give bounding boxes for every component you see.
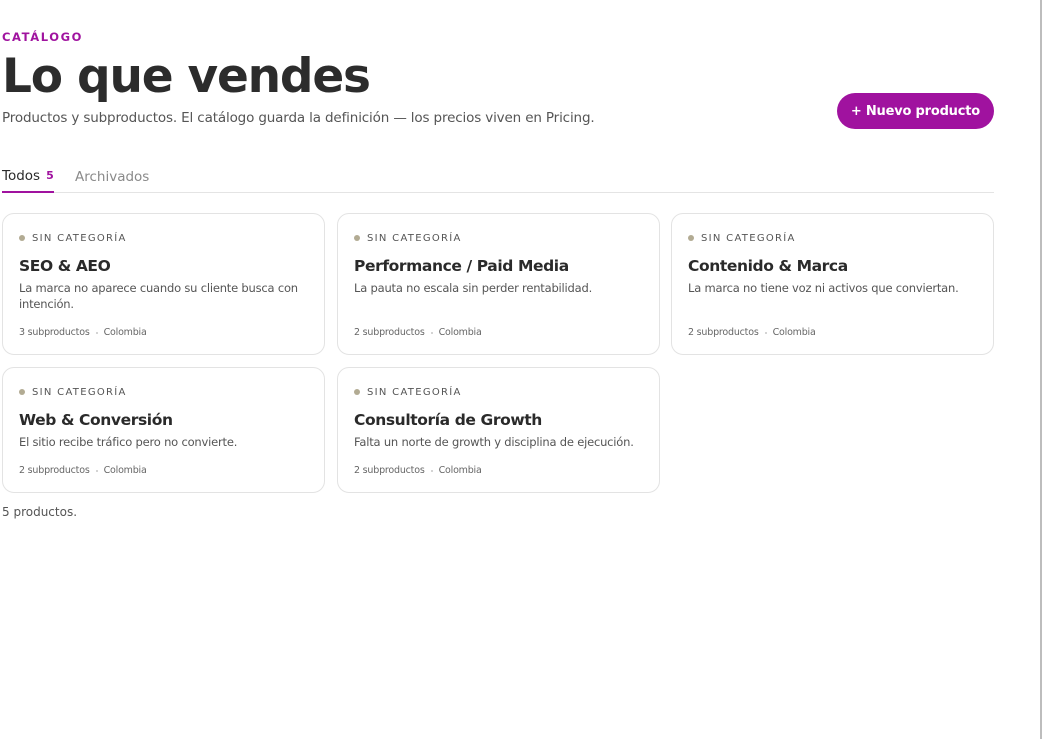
product-category-label: SIN CATEGORÍA xyxy=(32,386,127,398)
category-dot-icon xyxy=(19,389,25,395)
tab-all-count: 5 xyxy=(46,169,54,182)
product-category: SIN CATEGORÍA xyxy=(688,232,977,244)
product-region: Colombia xyxy=(438,465,482,476)
product-category: SIN CATEGORÍA xyxy=(19,386,308,398)
product-subproducts: 3 subproductos xyxy=(19,327,90,338)
section-eyebrow: CATÁLOGO xyxy=(2,30,84,44)
product-meta: 2 subproductos Colombia xyxy=(19,465,147,476)
product-title: Consultoría de Growth xyxy=(354,411,542,429)
product-title: Contenido & Marca xyxy=(688,257,848,275)
tab-archived-label: Archivados xyxy=(75,168,150,185)
page-title: Lo que vendes xyxy=(2,49,371,104)
category-dot-icon xyxy=(19,235,25,241)
product-category: SIN CATEGORÍA xyxy=(354,232,643,244)
category-dot-icon xyxy=(354,389,360,395)
product-subproducts: 2 subproductos xyxy=(354,327,425,338)
product-title: Performance / Paid Media xyxy=(354,257,569,275)
product-category: SIN CATEGORÍA xyxy=(354,386,643,398)
category-dot-icon xyxy=(688,235,694,241)
tab-bar: Todos 5 Archivados xyxy=(2,160,994,193)
product-card-web[interactable]: SIN CATEGORÍA Web & Conversión El sitio … xyxy=(2,367,325,493)
product-description: El sitio recibe tráfico pero no conviert… xyxy=(19,435,238,449)
tab-archived[interactable]: Archivados xyxy=(75,160,149,193)
product-region: Colombia xyxy=(103,327,147,338)
product-card-growth[interactable]: SIN CATEGORÍA Consultoría de Growth Falt… xyxy=(337,367,660,493)
product-description: Falta un norte de growth y disciplina de… xyxy=(354,435,634,449)
new-product-button[interactable]: + Nuevo producto xyxy=(836,93,994,129)
category-dot-icon xyxy=(354,235,360,241)
product-region: Colombia xyxy=(103,465,147,476)
product-category: SIN CATEGORÍA xyxy=(19,232,308,244)
product-card-seo-aeo[interactable]: SIN CATEGORÍA SEO & AEO La marca no apar… xyxy=(2,213,325,355)
product-card-contenido[interactable]: SIN CATEGORÍA Contenido & Marca La marca… xyxy=(671,213,994,355)
product-title: Web & Conversión xyxy=(19,411,173,429)
product-card-performance[interactable]: SIN CATEGORÍA Performance / Paid Media L… xyxy=(337,213,660,355)
product-category-label: SIN CATEGORÍA xyxy=(701,232,796,244)
product-meta: 3 subproductos Colombia xyxy=(19,327,147,338)
meta-separator-icon xyxy=(430,469,433,472)
meta-separator-icon xyxy=(95,469,98,472)
product-region: Colombia xyxy=(438,327,482,338)
product-category-label: SIN CATEGORÍA xyxy=(367,232,462,244)
product-category-label: SIN CATEGORÍA xyxy=(32,232,127,244)
product-title: SEO & AEO xyxy=(19,257,111,275)
meta-separator-icon xyxy=(95,331,98,334)
product-description: La marca no aparece cuando su cliente bu… xyxy=(19,281,298,311)
page-subtitle: Productos y subproductos. El catálogo gu… xyxy=(2,110,595,126)
product-description: La marca no tiene voz ni activos que con… xyxy=(688,281,959,295)
meta-separator-icon xyxy=(764,331,767,334)
product-subproducts: 2 subproductos xyxy=(19,465,90,476)
meta-separator-icon xyxy=(430,331,433,334)
product-subproducts: 2 subproductos xyxy=(688,327,759,338)
product-meta: 2 subproductos Colombia xyxy=(688,327,816,338)
tab-all-label: Todos xyxy=(2,167,41,184)
product-region: Colombia xyxy=(772,327,816,338)
product-meta: 2 subproductos Colombia xyxy=(354,327,482,338)
product-subproducts: 2 subproductos xyxy=(354,465,425,476)
tab-all[interactable]: Todos 5 xyxy=(2,160,54,193)
product-meta: 2 subproductos Colombia xyxy=(354,465,482,476)
product-count: 5 productos. xyxy=(2,505,78,519)
product-description: La pauta no escala sin perder rentabilid… xyxy=(354,281,593,295)
product-category-label: SIN CATEGORÍA xyxy=(367,386,462,398)
